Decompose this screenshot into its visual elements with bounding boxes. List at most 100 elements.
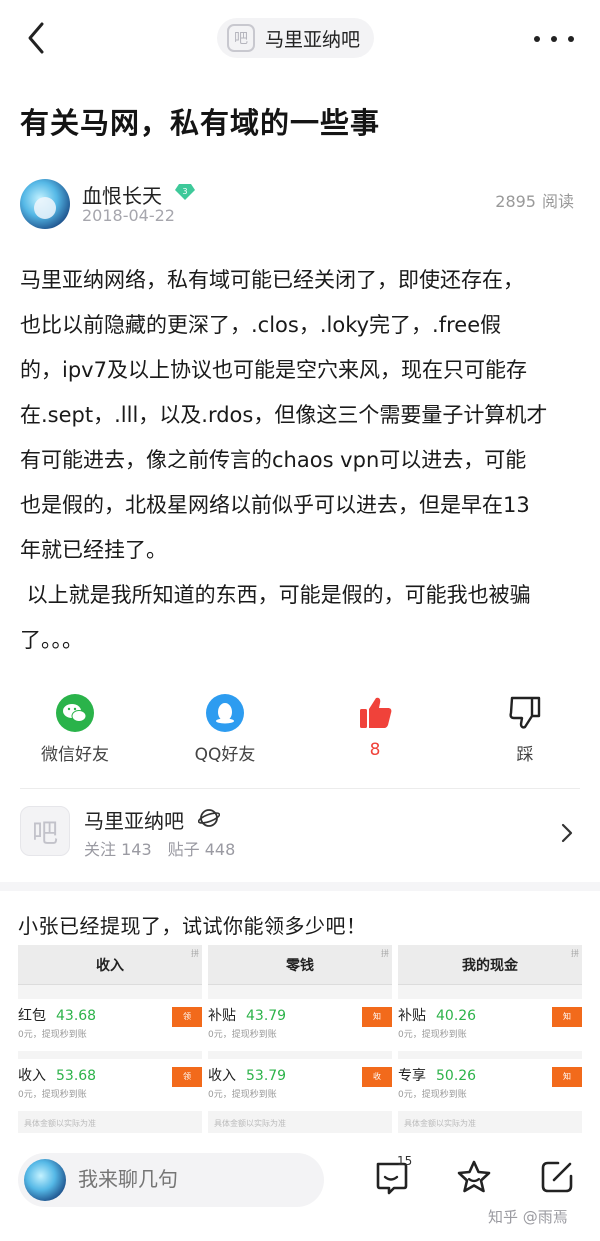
ad-row-note: 0元，提现秒到账 — [208, 1090, 277, 1100]
content-line: 也是假的，北极星网络以前似乎可以进去，但是早在13 — [20, 493, 530, 517]
thumbs-down-icon — [509, 696, 541, 729]
content-line: 在.sept，.lll，以及.rdos，但像这三个需要量子计算机才 — [20, 403, 548, 427]
ad-row-button: 领 — [172, 1067, 202, 1087]
forum-pill[interactable]: 吧 马里亚纳吧 — [217, 18, 375, 58]
dislike-button[interactable]: 踩 — [465, 694, 585, 765]
user-avatar — [24, 1159, 66, 1201]
forum-card-stats: 关注 143 贴子 448 — [84, 836, 235, 860]
action-bar: 微信好友 QQ好友 8 踩 — [0, 694, 600, 765]
view-count-label: 阅读 — [541, 192, 574, 211]
like-button[interactable]: 8 — [315, 694, 435, 760]
level-number: 3 — [182, 187, 187, 196]
content-line: 了。。。 — [20, 628, 83, 652]
author-avatar[interactable] — [20, 179, 70, 229]
ad-row-note: 0元，提现秒到账 — [18, 1090, 87, 1100]
ad-row-label: 补贴 40.26 — [398, 1005, 476, 1025]
qq-icon — [206, 694, 244, 732]
author-row: 血恨长天 3 2018-04-22 2895 阅读 — [20, 176, 580, 232]
ad-row-button: 收 — [362, 1067, 392, 1087]
ad-row-label-text: 专享 — [398, 1068, 426, 1084]
forum-name: 马里亚纳吧 — [265, 28, 361, 51]
ad-banner[interactable]: 收入 拼 红包 43.68 0元，提现秒到账 领 收入 53.68 0元，提现秒到账 … — [18, 945, 584, 1135]
ad-panel: 收入 拼 红包 43.68 0元，提现秒到账 领 收入 53.68 0元，提现秒到账 … — [18, 945, 202, 1133]
pin-icon: 拼 — [191, 949, 199, 958]
chevron-right-icon — [561, 823, 573, 843]
ad-row-label-text: 红包 — [18, 1008, 46, 1024]
content-line: 也比以前隐藏的更深了，.clos，.loky完了，.free假 — [20, 313, 502, 337]
watermark: 知乎 @雨焉 — [488, 1208, 568, 1226]
ad-row: 补贴 43.79 0元，提现秒到账 知 — [208, 999, 392, 1051]
ad-row-note: 0元，提现秒到账 — [398, 1090, 467, 1100]
back-button[interactable] — [22, 20, 52, 56]
ad-row-label: 收入 53.79 — [208, 1065, 286, 1085]
ad-panel-title: 我的现金 — [462, 957, 518, 974]
content-line: 的，ipv7及以上协议也可能是空穴来风，现在只可能存 — [20, 358, 527, 382]
share-wechat-label: 微信好友 — [41, 745, 109, 765]
more-options-button[interactable] — [534, 24, 574, 54]
ad-row: 专享 50.26 0元，提现秒到账 知 — [398, 1059, 582, 1111]
ad-row-label-text: 收入 — [208, 1068, 236, 1084]
ad-row: 红包 43.68 0元，提现秒到账 领 — [18, 999, 202, 1051]
ad-row-value: 53.68 — [56, 1068, 97, 1084]
ad-panel: 零钱 拼 补贴 43.79 0元，提现秒到账 知 收入 53.79 0元，提现秒到账 … — [208, 945, 392, 1133]
ad-row-button: 知 — [362, 1007, 392, 1027]
ad-row: 收入 53.79 0元，提现秒到账 收 — [208, 1059, 392, 1111]
ad-panel-header: 收入 拼 — [18, 945, 202, 985]
ad-title[interactable]: 小张已经提现了，试试你能领多少吧！ — [18, 910, 367, 939]
dislike-label: 踩 — [516, 745, 534, 765]
ad-panel-footer: 具体金额以实际为准 — [404, 1119, 476, 1128]
content-line: 年就已经挂了。 — [20, 538, 167, 562]
more-dot-icon — [568, 36, 574, 42]
level-badge-icon: 3 — [175, 184, 195, 200]
ad-row-note: 0元，提现秒到账 — [18, 1030, 87, 1040]
author-name[interactable]: 血恨长天 — [82, 180, 162, 209]
post-count: 贴子 448 — [167, 840, 236, 859]
divider — [20, 788, 580, 789]
comment-input-pill[interactable] — [18, 1153, 324, 1207]
comment-input[interactable] — [78, 1167, 308, 1191]
post-date: 2018-04-22 — [82, 206, 175, 225]
section-separator — [0, 882, 600, 891]
ad-panel-header: 零钱 拼 — [208, 945, 392, 985]
ad-row-label: 专享 50.26 — [398, 1065, 476, 1085]
ad-row-label-text: 收入 — [18, 1068, 46, 1084]
pin-icon: 拼 — [571, 949, 579, 958]
share-wechat-button[interactable]: 微信好友 — [15, 694, 135, 765]
ad-row-button: 知 — [552, 1067, 582, 1087]
ad-row-value: 53.79 — [246, 1068, 287, 1084]
share-qq-button[interactable]: QQ好友 — [165, 694, 285, 765]
ad-row-note: 0元，提现秒到账 — [208, 1030, 277, 1040]
more-dot-icon — [534, 36, 540, 42]
share-edit-icon[interactable] — [538, 1158, 576, 1196]
ad-row-label: 收入 53.68 — [18, 1065, 96, 1085]
pin-icon: 拼 — [381, 949, 389, 958]
ad-panel-footer: 具体金额以实际为准 — [24, 1119, 96, 1128]
chevron-left-icon — [28, 22, 44, 54]
ad-row: 补贴 40.26 0元，提现秒到账 知 — [398, 999, 582, 1051]
planet-icon — [198, 809, 220, 827]
ad-row-label-text: 补贴 — [398, 1008, 426, 1024]
wechat-icon — [56, 694, 94, 732]
ad-row: 收入 53.68 0元，提现秒到账 领 — [18, 1059, 202, 1111]
ad-row-label: 红包 43.68 — [18, 1005, 96, 1025]
content-line: 马里亚纳网络，私有域可能已经关闭了，即使还存在， — [20, 268, 524, 292]
ad-panel-title: 零钱 — [286, 957, 314, 974]
post-content: 马里亚纳网络，私有域可能已经关闭了，即使还存在， 也比以前隐藏的更深了，.clo… — [20, 258, 582, 663]
ad-row-label: 补贴 43.79 — [208, 1005, 286, 1025]
more-dot-icon — [551, 36, 557, 42]
like-count: 8 — [369, 740, 381, 760]
forum-card[interactable]: 吧 马里亚纳吧 关注 143 贴子 448 — [20, 804, 580, 864]
ad-row-value: 40.26 — [436, 1008, 477, 1024]
thumbs-up-icon — [360, 697, 392, 728]
ad-panel-footer: 具体金额以实际为准 — [214, 1119, 286, 1128]
forum-card-name: 马里亚纳吧 — [84, 809, 184, 833]
share-qq-label: QQ好友 — [194, 745, 256, 765]
ad-panel: 我的现金 拼 补贴 40.26 0元，提现秒到账 知 专享 50.26 0元，提现秒到… — [398, 945, 582, 1133]
post-title: 有关马网，私有域的一些事 — [20, 106, 381, 140]
view-count: 2895 阅读 — [495, 188, 580, 212]
ad-row-button: 知 — [552, 1007, 582, 1027]
top-bar: 吧 马里亚纳吧 — [0, 0, 600, 78]
forum-card-logo-icon: 吧 — [20, 806, 70, 856]
star-icon[interactable] — [455, 1158, 493, 1196]
view-count-number: 2895 — [495, 192, 536, 211]
